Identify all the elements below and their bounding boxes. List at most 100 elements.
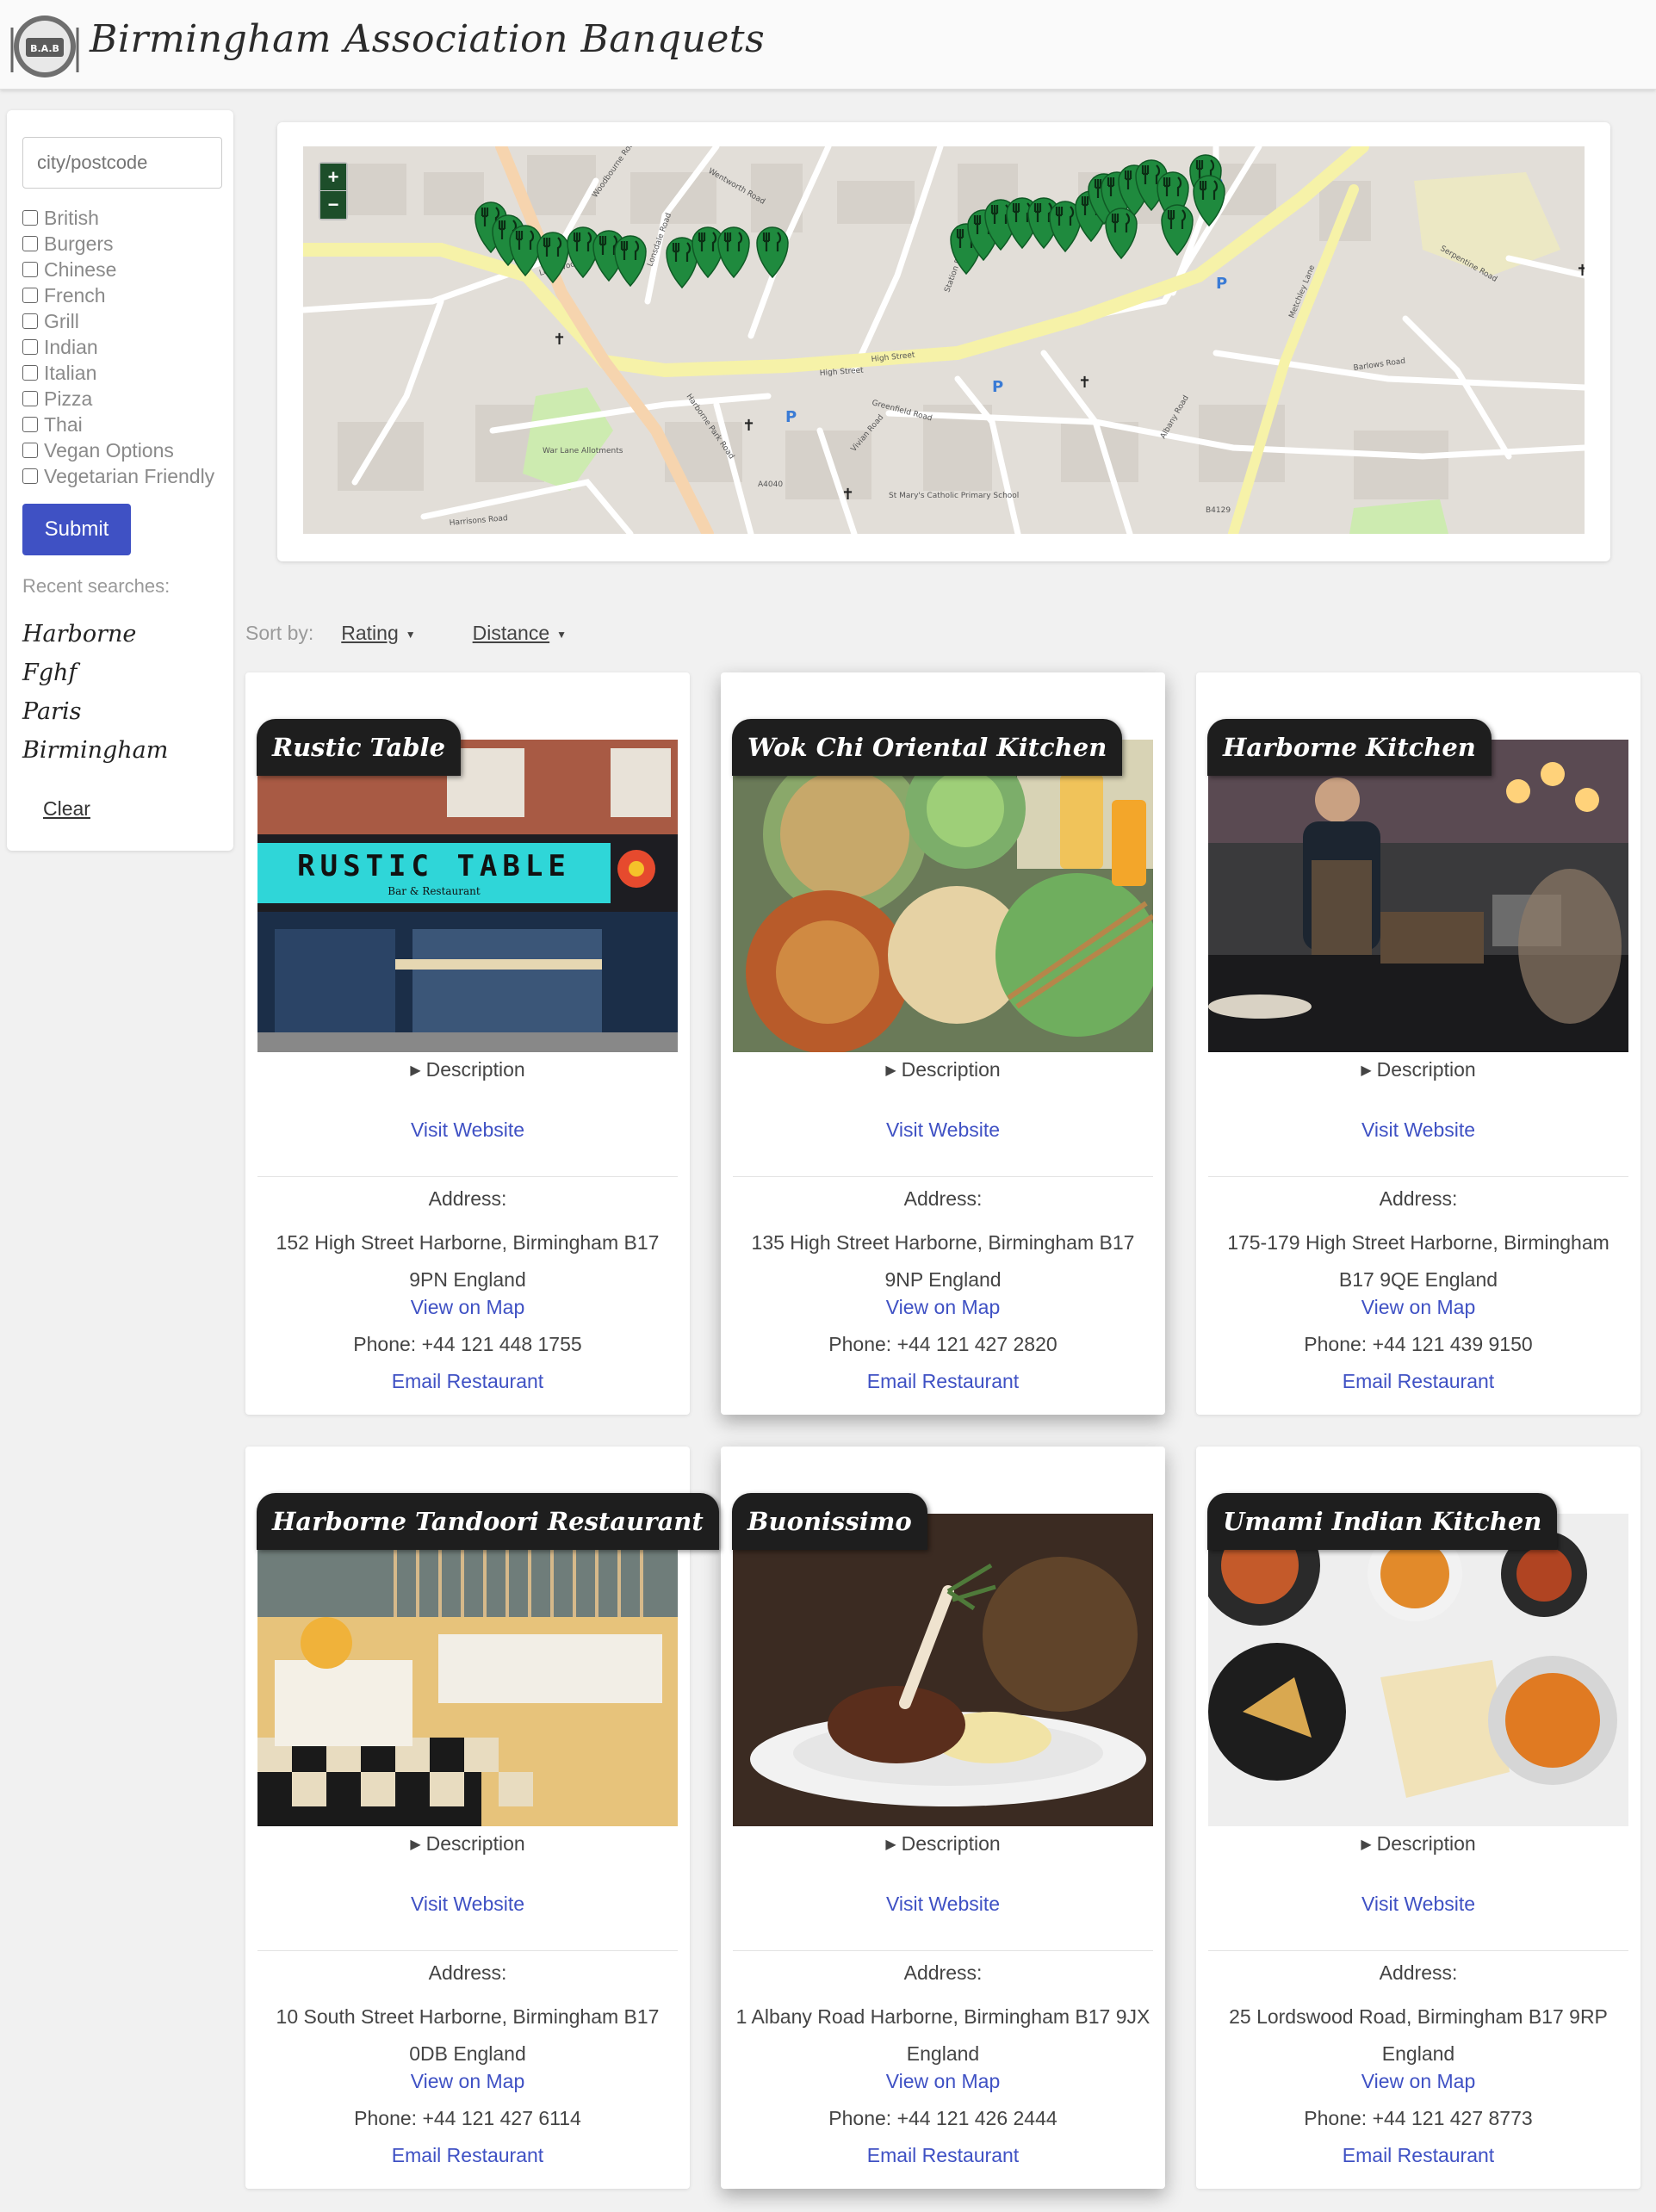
svg-text:✝: ✝ <box>742 417 755 435</box>
visit-website-link[interactable]: Visit Website <box>245 1118 690 1142</box>
email-restaurant-link[interactable]: Email Restaurant <box>1196 1370 1640 1393</box>
filter-checkbox[interactable] <box>22 391 38 406</box>
email-restaurant-link[interactable]: Email Restaurant <box>1196 2144 1640 2167</box>
map-road-label: St Mary's Catholic Primary School <box>889 492 1019 500</box>
filter-label: French <box>44 283 106 307</box>
description-label: Description <box>425 1058 525 1081</box>
restaurant-image <box>1208 740 1628 1052</box>
triangle-right-icon: ▶ <box>885 1063 896 1078</box>
filter-checkbox[interactable] <box>22 339 38 355</box>
clear-recent-link[interactable]: Clear <box>43 797 90 821</box>
filter-checkbox[interactable] <box>22 313 38 329</box>
description-toggle[interactable]: ▶ Description <box>1196 1832 1640 1856</box>
filter-checkbox[interactable] <box>22 365 38 381</box>
recent-search-item[interactable]: Birmingham <box>22 731 168 770</box>
filter-pizza[interactable]: Pizza <box>22 386 214 412</box>
location-search-input[interactable] <box>22 137 222 189</box>
filter-italian[interactable]: Italian <box>22 360 214 386</box>
filter-grill[interactable]: Grill <box>22 308 214 334</box>
visit-website-link[interactable]: Visit Website <box>1196 1893 1640 1916</box>
filter-label: Chinese <box>44 257 117 281</box>
restaurant-sign-text: RUSTIC TABLE <box>297 849 571 883</box>
card-divider <box>1208 1176 1628 1177</box>
description-toggle[interactable]: ▶ Description <box>721 1058 1165 1081</box>
triangle-right-icon: ▶ <box>410 1837 421 1852</box>
restaurant-address: 1 Albany Road Harborne, Birmingham B17 9… <box>735 2005 1151 2065</box>
recent-search-item[interactable]: Harborne <box>22 615 168 654</box>
filter-checkbox[interactable] <box>22 288 38 303</box>
filter-label: Grill <box>44 309 79 332</box>
description-label: Description <box>901 1058 1001 1081</box>
restaurant-address: 175-179 High Street Harborne, Birmingham… <box>1227 1231 1609 1291</box>
filter-checkbox[interactable] <box>22 210 38 226</box>
filter-british[interactable]: British <box>22 205 214 231</box>
restaurant-map[interactable]: High Street High Street Lordswood Road H… <box>303 146 1585 534</box>
description-label: Description <box>425 1832 525 1855</box>
svg-text:P: P <box>785 408 797 426</box>
filter-indian[interactable]: Indian <box>22 334 214 360</box>
restaurant-address: 135 High Street Harborne, Birmingham B17… <box>751 1231 1135 1291</box>
filter-chinese[interactable]: Chinese <box>22 257 214 282</box>
visit-website-link[interactable]: Visit Website <box>1196 1118 1640 1142</box>
description-toggle[interactable]: ▶ Description <box>245 1832 690 1856</box>
filter-label: Burgers <box>44 232 114 255</box>
recent-search-item[interactable]: Paris <box>22 692 168 731</box>
filter-sidebar: British BurgersChineseFrenchGrill Indian It… <box>7 110 233 851</box>
restaurant-image <box>1208 1514 1628 1826</box>
zoom-in-button[interactable]: + <box>320 164 346 191</box>
recent-searches-list: Harborne Fghf Paris Birmingham <box>22 615 168 770</box>
visit-website-link[interactable]: Visit Website <box>721 1118 1165 1142</box>
map-zoom-control[interactable]: + − <box>319 162 348 220</box>
visit-website-link[interactable]: Visit Website <box>721 1893 1165 1916</box>
description-toggle[interactable]: ▶ Description <box>245 1058 690 1081</box>
filter-checkbox[interactable] <box>22 236 38 251</box>
email-restaurant-link[interactable]: Email Restaurant <box>721 2144 1165 2167</box>
restaurant-address: 152 High Street Harborne, Birmingham B17… <box>276 1231 660 1291</box>
filter-label: Thai <box>44 412 83 436</box>
logo-text: B.A.B <box>30 43 59 54</box>
email-restaurant-link[interactable]: Email Restaurant <box>245 1370 690 1393</box>
map-road-label: War Lane Allotments <box>543 447 623 455</box>
card-divider <box>257 1950 678 1951</box>
sort-by-distance[interactable]: Distance ▼ <box>473 622 567 645</box>
svg-text:✝: ✝ <box>1078 374 1091 392</box>
logo-icon[interactable]: B.A.B <box>7 12 83 81</box>
filter-checkbox[interactable] <box>22 262 38 277</box>
map-road-label: B4129 <box>1206 506 1231 515</box>
description-toggle[interactable]: ▶ Description <box>1196 1058 1640 1081</box>
view-on-map-link[interactable]: View on Map <box>1196 1296 1640 1319</box>
filter-label: British <box>44 206 99 229</box>
submit-button[interactable]: Submit <box>22 504 131 555</box>
view-on-map-link[interactable]: View on Map <box>245 2070 690 2093</box>
zoom-out-button[interactable]: − <box>320 191 346 219</box>
filter-checkbox[interactable] <box>22 468 38 484</box>
sort-by-rating[interactable]: Rating ▼ <box>341 622 415 645</box>
restaurant-phone: Phone: +44 121 427 2820 <box>828 1333 1057 1355</box>
filter-checkbox[interactable] <box>22 443 38 458</box>
view-on-map-link[interactable]: View on Map <box>1196 2070 1640 2093</box>
recent-search-item[interactable]: Fghf <box>22 654 168 692</box>
email-restaurant-link[interactable]: Email Restaurant <box>245 2144 690 2167</box>
restaurant-photo <box>733 740 1153 1052</box>
view-on-map-link[interactable]: View on Map <box>721 1296 1165 1319</box>
filter-thai[interactable]: Thai <box>22 412 214 437</box>
filter-label: Vegetarian Friendly <box>44 464 215 487</box>
filter-vegan-options[interactable]: Vegan Options <box>22 437 214 463</box>
filter-checkbox[interactable] <box>22 417 38 432</box>
filter-burgers[interactable]: Burgers <box>22 231 214 257</box>
address-label: Address: <box>428 1187 507 1210</box>
restaurant-name: Buonissimo <box>732 1493 927 1550</box>
email-restaurant-link[interactable]: Email Restaurant <box>721 1370 1165 1393</box>
app-title: Birmingham Association Banquets <box>90 17 766 61</box>
filter-vegetarian-friendly[interactable]: Vegetarian Friendly <box>22 463 214 489</box>
filter-french[interactable]: French <box>22 282 214 308</box>
restaurant-image <box>257 1514 678 1826</box>
visit-website-link[interactable]: Visit Website <box>245 1893 690 1916</box>
description-toggle[interactable]: ▶ Description <box>721 1832 1165 1856</box>
view-on-map-link[interactable]: View on Map <box>245 1296 690 1319</box>
restaurant-name: Harborne Tandoori Restaurant <box>257 1493 719 1550</box>
restaurant-phone: Phone: +44 121 439 9150 <box>1304 1333 1533 1355</box>
card-divider <box>733 1950 1153 1951</box>
view-on-map-link[interactable]: View on Map <box>721 2070 1165 2093</box>
card-divider <box>257 1176 678 1177</box>
